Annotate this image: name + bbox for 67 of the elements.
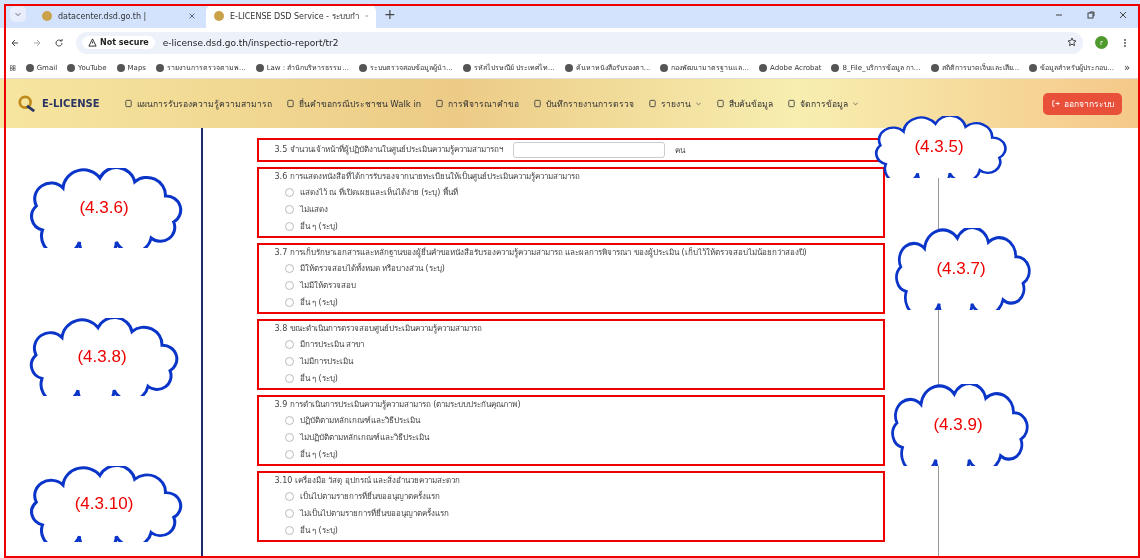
- option-label: อื่น ๆ (ระบุ): [299, 524, 338, 537]
- star-icon: [1067, 36, 1077, 47]
- favicon-icon: [214, 11, 224, 21]
- reload-icon: [54, 37, 64, 48]
- security-chip[interactable]: Not secure: [82, 36, 155, 49]
- chevron-down-icon: [695, 100, 703, 107]
- option-label: ไม่แสดง: [299, 204, 328, 216]
- nav-link[interactable]: จัดการข้อมูล: [787, 96, 860, 111]
- forward-arrow-icon: [32, 37, 42, 48]
- annotation-label: (4.3.7): [936, 259, 986, 279]
- apps-grid-icon: [10, 62, 16, 73]
- option-label: ไม่มีการประเมิน: [299, 356, 353, 368]
- url-text: e-license.dsd.go.th/inspectio-report/tr2: [162, 37, 339, 48]
- option-label: อื่น ๆ (ระบุ): [299, 448, 338, 461]
- nav-link[interactable]: บันทึกรายงานการตรวจ: [533, 96, 635, 111]
- back-arrow-icon: [10, 37, 20, 48]
- chevron-down-icon: [852, 100, 860, 107]
- logout-button[interactable]: ออกจากระบบ: [1043, 92, 1122, 115]
- nav-icon: [435, 99, 445, 108]
- nav-link[interactable]: สืบค้นข้อมูล: [716, 96, 774, 111]
- question-label: 3.10 เครื่องมือ วัสดุ อุปกรณ์ และสิ่งอำนวยความสะดวก: [274, 474, 462, 487]
- option-label: ไม่มีให้ตรวจสอบ: [299, 280, 356, 292]
- nav-icon: [648, 99, 658, 108]
- option-label: ไม่เป็นไปตามรายการที่ยื่นขออนุญาตครั้งแรก: [299, 507, 449, 520]
- option-label: อื่น ๆ (ระบุ): [299, 220, 338, 233]
- nav-link[interactable]: การพิจารณาคำขอ: [435, 96, 520, 111]
- more-bookmarks-button[interactable]: »: [1123, 62, 1130, 73]
- nav-icon: [123, 99, 133, 108]
- nav-icon: [716, 99, 726, 108]
- option-label: ปฏิบัติตามหลักเกณฑ์และวิธีประเมิน: [299, 415, 420, 427]
- nav-link[interactable]: ยื่นคำขอกรณีประชาชน Walk in: [285, 96, 422, 111]
- unit-label: คน: [674, 144, 685, 157]
- app-brand[interactable]: E-LICENSE: [18, 94, 100, 113]
- annotation-label: (4.3.8): [77, 347, 127, 367]
- address-bar[interactable]: Not secure e-license.dsd.go.th/inspectio-report/tr2: [76, 31, 1083, 54]
- annotation-label: (4.3.6): [79, 198, 129, 218]
- restore-icon: [1086, 10, 1096, 20]
- question-label: 3.6 การแสดงหนังสือที่ได้การรับรองจากนายทะเบียนให้เป็นศูนย์ประเมินความรู้ความสามารถ: [274, 170, 581, 184]
- option-label: มีการประเมิน สาขา: [299, 339, 365, 351]
- option-label: มีให้ตรวจสอบได้ทั้งหมด หรือบางส่วน (ระบุ): [299, 262, 445, 275]
- nav-link[interactable]: รายงาน: [648, 96, 703, 111]
- tab-list-button[interactable]: [10, 6, 26, 22]
- logout-icon: [1051, 99, 1060, 108]
- question-label: 3.8 ขณะดำเนินการตรวจสอบศูนย์ประเมินความรู้ความสามารถ: [274, 323, 483, 336]
- logo-icon: [18, 94, 36, 113]
- question-label: 3.7 การเก็บรักษาเอกสารและหลักฐานของผู้ยื่นคำขอหนังสือรับรองความรู้ความสามารถ และผลการพิจารณา ของผู้ประเมิน (เก็บไว้ให้ตรวจสอบไม่น้อยกว่าสองปี): [274, 246, 808, 260]
- annotation-label: (4.3.5): [914, 137, 964, 157]
- nav-icon: [533, 99, 543, 108]
- warning-icon: [88, 38, 97, 47]
- option-label: ไม่ปฏิบัติตามหลักเกณฑ์และวิธีประเมิน: [299, 432, 429, 444]
- nav-icon: [285, 99, 295, 108]
- chevron-down-icon: [14, 10, 22, 18]
- input-field[interactable]: [512, 142, 665, 158]
- favicon-icon: [42, 11, 52, 21]
- browser-tab[interactable]: E-LICENSE DSD Service - ระบบกำ: [206, 4, 376, 28]
- nav-icon: [787, 99, 797, 108]
- option-label: อื่น ๆ (ระบุ): [299, 372, 338, 385]
- annotation-label: (4.3.10): [74, 494, 134, 514]
- browser-tab[interactable]: datacenter.dsd.go.th |: [34, 4, 204, 28]
- new-tab-button[interactable]: +: [384, 6, 396, 22]
- option-label: แสดงไว้ ณ ที่เปิดเผยและเห็นได้ง่าย (ระบุ) พื้นที่: [299, 186, 458, 199]
- question-label: 3.9 การดำเนินการประเมินความรู้ความสามารถ (ตามระบบประกันคุณภาพ): [274, 399, 522, 412]
- question-label: 3.5 จำนวนเจ้าหน้าที่ผู้ปฏิบัติงานในศูนย์ประเมินความรู้ความสามารถฯ: [274, 143, 503, 157]
- option-label: เป็นไปตามรายการที่ยื่นขออนุญาตครั้งแรก: [299, 490, 440, 503]
- nav-link[interactable]: แผนการรับรองความรู้ความสามารถ: [123, 96, 272, 111]
- option-label: อื่น ๆ (ระบุ): [299, 296, 338, 309]
- annotation-label: (4.3.9): [933, 415, 983, 435]
